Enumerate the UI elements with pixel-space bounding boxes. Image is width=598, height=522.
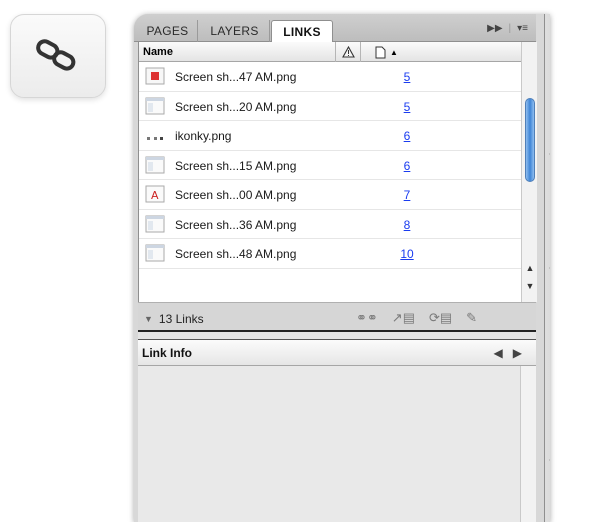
warning-icon	[341, 46, 355, 58]
links-status-bar: ▼ 13 Links ⚭⚭ ↗▤ ⟳▤ ✎	[138, 302, 536, 330]
scroll-thumb[interactable]	[525, 98, 535, 182]
link-page-number[interactable]: 6	[395, 129, 419, 143]
thumbnail-icon	[145, 244, 165, 262]
thumbnail-icon	[145, 97, 165, 115]
thumbnail-icon	[145, 67, 165, 85]
links-rows: Screen sh...47 AM.png 5 Screen sh...20 AM.…	[139, 62, 521, 269]
link-info-title: Link Info	[142, 346, 192, 360]
column-status[interactable]	[335, 42, 361, 62]
link-name: ikonky.png	[175, 129, 232, 143]
page-icon	[375, 46, 386, 58]
tab-layers[interactable]: LAYERS	[200, 20, 270, 42]
link-page-number[interactable]: 5	[395, 70, 419, 84]
thumbnail-icon	[145, 126, 165, 144]
tab-links[interactable]: LINKS	[271, 20, 333, 43]
thumbnail-icon: A	[145, 185, 165, 203]
panel-tab-bar: PAGES LAYERS LINKS ▶▶ | ▾≡	[134, 14, 536, 43]
link-row[interactable]: Screen sh...36 AM.png 8	[139, 210, 521, 239]
tab-pages[interactable]: PAGES	[138, 20, 198, 42]
panel-main: PAGES LAYERS LINKS ▶▶ | ▾≡ Name ▲ Screen…	[134, 14, 537, 522]
relink-to-folder-icon[interactable]: ⚭⚭	[356, 310, 378, 326]
thumbnail-icon	[145, 215, 165, 233]
link-row[interactable]: ikonky.png 6	[139, 121, 521, 151]
column-header: Name ▲	[139, 42, 521, 62]
link-page-number[interactable]: 7	[395, 188, 419, 202]
go-to-link-icon[interactable]: ↗▤	[392, 310, 415, 326]
scroll-up-arrow[interactable]: ▲	[522, 260, 538, 276]
panel-menu-icon[interactable]: ▾≡	[517, 23, 528, 34]
link-row[interactable]: A Screen sh...00 AM.png 7	[139, 180, 521, 210]
panel-divider[interactable]	[138, 330, 536, 340]
link-info-scrollbar[interactable]	[520, 366, 536, 522]
link-page-number[interactable]: 8	[395, 218, 419, 232]
scroll-down-arrow[interactable]: ▼	[522, 278, 538, 294]
link-info-header: Link Info ◀ ▶	[138, 340, 536, 366]
chain-link-icon	[36, 39, 76, 71]
links-panel: PAGES LAYERS LINKS ▶▶ | ▾≡ Name ▲ Screen…	[134, 14, 550, 522]
links-app-tile	[10, 14, 106, 98]
column-name[interactable]: Name	[143, 46, 173, 58]
sort-ascending-icon: ▲	[390, 47, 398, 57]
svg-text:A: A	[151, 189, 159, 202]
thumbnail-icon	[145, 156, 165, 174]
link-actions: ⚭⚭ ↗▤ ⟳▤ ✎	[356, 310, 477, 326]
next-link-icon[interactable]: ▶	[513, 346, 522, 360]
column-page[interactable]: ▲	[375, 42, 425, 62]
panel-tool-strip: Aa	[544, 14, 550, 522]
links-list: Name ▲ Screen sh...47 AM.png 5 Screen sh..…	[138, 42, 537, 302]
link-row[interactable]: Screen sh...48 AM.png 10	[139, 239, 521, 269]
edit-original-icon[interactable]: ✎	[466, 310, 477, 326]
tab-separator: |	[508, 23, 512, 34]
link-row[interactable]: Screen sh...15 AM.png 6	[139, 151, 521, 180]
links-count: 13 Links	[158, 312, 204, 326]
link-row[interactable]: Screen sh...20 AM.png 5	[139, 92, 521, 121]
link-page-number[interactable]: 6	[395, 159, 419, 173]
link-name: Screen sh...47 AM.png	[175, 70, 297, 84]
link-name: Screen sh...48 AM.png	[175, 247, 297, 261]
link-name: Screen sh...20 AM.png	[175, 99, 297, 114]
link-row[interactable]: Screen sh...47 AM.png 5	[139, 62, 521, 92]
panel-tools: ▶▶ | ▾≡	[487, 23, 528, 34]
link-name: Screen sh...00 AM.png	[175, 188, 297, 202]
link-page-number[interactable]: 10	[395, 247, 419, 261]
link-info-body	[138, 366, 520, 522]
previous-link-icon[interactable]: ◀	[494, 346, 503, 360]
link-page-number[interactable]: 5	[395, 100, 419, 114]
collapse-panel-icon[interactable]: ▶▶	[487, 23, 502, 34]
disclosure-triangle-icon[interactable]: ▼	[144, 314, 153, 324]
update-link-icon[interactable]: ⟳▤	[429, 310, 452, 326]
link-name: Screen sh...15 AM.png	[175, 158, 297, 173]
links-vertical-scrollbar[interactable]: ▲ ▼	[521, 42, 537, 302]
link-name: Screen sh...36 AM.png	[175, 217, 297, 232]
